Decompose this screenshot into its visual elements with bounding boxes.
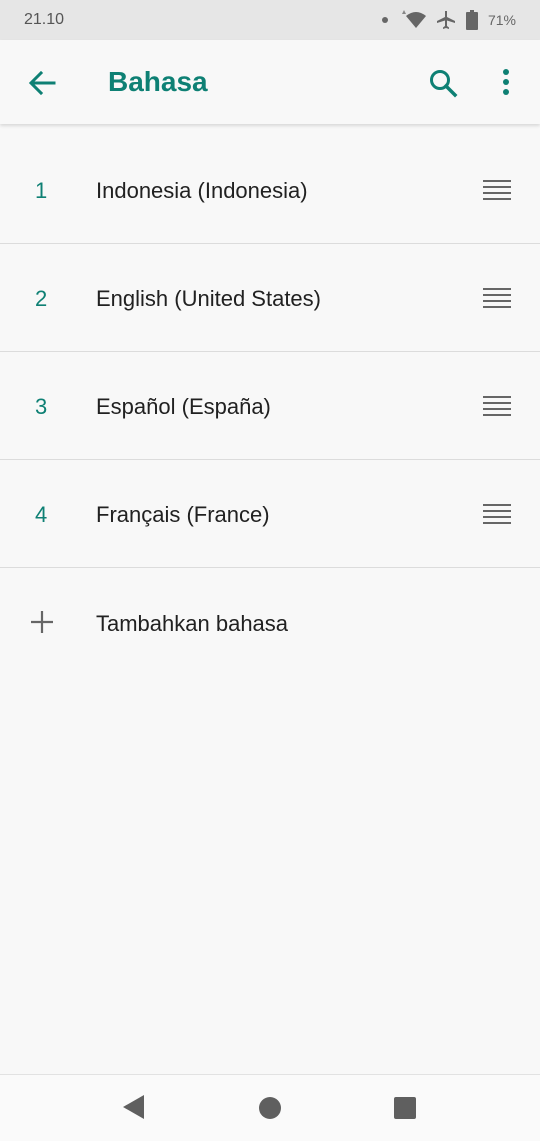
airplane-icon [436, 10, 456, 30]
language-label: English (United States) [96, 286, 321, 311]
language-label: Español (España) [96, 394, 271, 419]
page-title: Bahasa [108, 66, 208, 97]
status-bar: 21.10 71% [0, 0, 540, 40]
app-bar: Bahasa [0, 40, 540, 124]
language-index: 2 [35, 286, 48, 311]
back-arrow-icon [28, 70, 56, 96]
drag-handle-icon[interactable] [483, 288, 511, 308]
language-index: 1 [35, 178, 48, 203]
navigation-bar [0, 1074, 540, 1141]
search-icon [430, 70, 458, 98]
language-list: 1 Indonesia (Indonesia) 2 English (Unite… [0, 136, 540, 568]
nav-recents-icon[interactable] [393, 1096, 417, 1120]
drag-handle-icon[interactable] [483, 504, 511, 524]
battery-percentage: 71% [487, 12, 516, 28]
add-language-button[interactable]: Tambahkan bahasa [0, 568, 540, 676]
drag-handle-icon[interactable] [483, 180, 511, 200]
drag-handle-icon[interactable] [483, 396, 511, 416]
back-button[interactable] [26, 67, 58, 99]
more-vert-icon [503, 69, 509, 95]
dot-icon [381, 17, 388, 23]
language-item[interactable]: 3 Español (España) [0, 352, 540, 460]
status-icons: 71% [381, 9, 516, 31]
status-time: 21.10 [24, 11, 65, 28]
plus-icon [31, 611, 53, 633]
language-item[interactable]: 2 English (United States) [0, 244, 540, 352]
language-index: 3 [35, 394, 48, 419]
nav-home-icon[interactable] [258, 1096, 282, 1120]
battery-icon [465, 10, 478, 30]
search-button[interactable] [428, 68, 458, 98]
wifi-icon [398, 10, 426, 30]
language-label: Indonesia (Indonesia) [96, 178, 308, 203]
more-options-button[interactable] [496, 68, 516, 98]
add-language-label: Tambahkan bahasa [96, 611, 289, 636]
language-item[interactable]: 1 Indonesia (Indonesia) [0, 136, 540, 244]
language-item[interactable]: 4 Français (France) [0, 460, 540, 568]
nav-back-icon[interactable] [122, 1095, 146, 1119]
language-index: 4 [35, 502, 48, 527]
language-label: Français (France) [96, 502, 270, 527]
